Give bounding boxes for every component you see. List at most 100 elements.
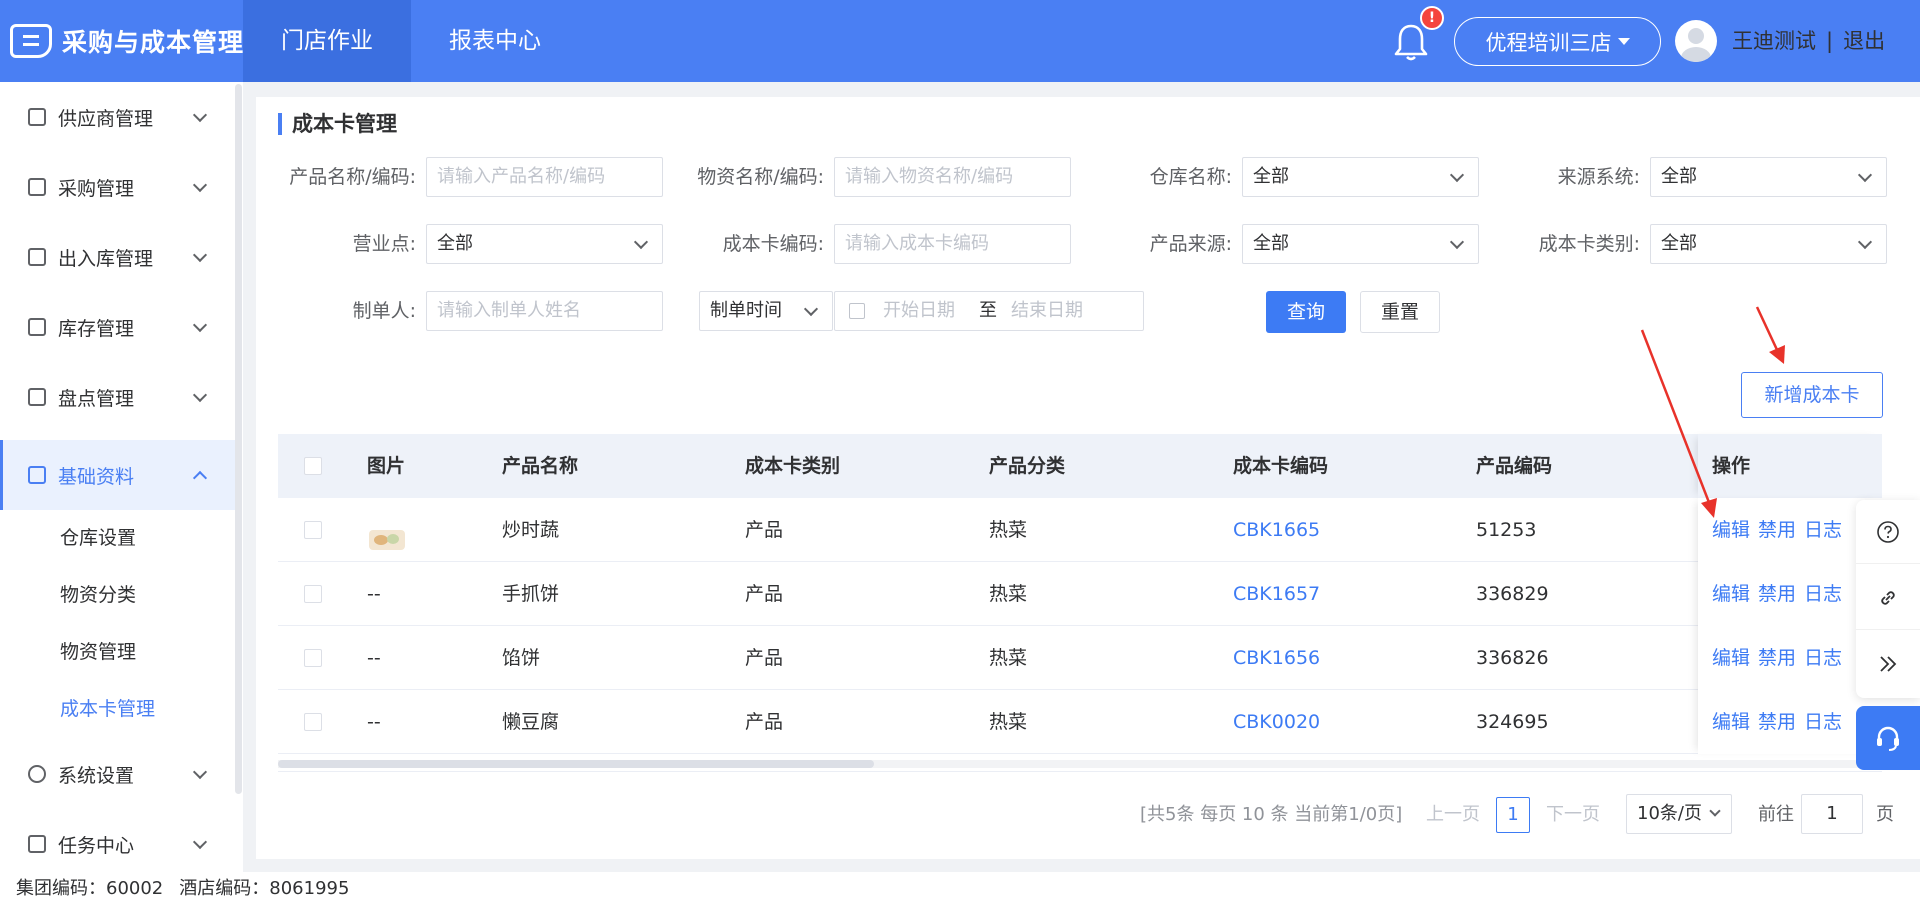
caret-down-icon xyxy=(1617,38,1630,45)
disable-link[interactable]: 禁用 xyxy=(1758,583,1796,605)
costcard-type-label: 成本卡类别: xyxy=(1538,233,1640,255)
query-button[interactable]: 查询 xyxy=(1266,291,1346,333)
goto-label: 前往 xyxy=(1758,804,1794,825)
col-product-name: 产品名称 xyxy=(502,455,579,477)
question-icon[interactable] xyxy=(1856,500,1920,564)
product-thumbnail[interactable] xyxy=(367,516,407,550)
sidebar-item-settings[interactable]: 系统设置 xyxy=(0,739,235,809)
log-link[interactable]: 日志 xyxy=(1804,711,1842,733)
costcard-type: 产品 xyxy=(745,711,784,733)
sidebar-subitem-material[interactable]: 物资管理 xyxy=(0,624,235,680)
notification-badge: ! xyxy=(1420,6,1444,30)
store-selector[interactable]: 优程培训三店 xyxy=(1454,17,1661,66)
chevron-down-icon xyxy=(1857,167,1873,183)
log-link[interactable]: 日志 xyxy=(1804,519,1842,541)
link-icon[interactable] xyxy=(1856,566,1920,630)
maker-label: 制单人: xyxy=(352,300,416,322)
product-category: 热菜 xyxy=(989,711,1028,733)
add-costcard-button[interactable]: 新增成本卡 xyxy=(1741,372,1883,418)
store-name: 优程培训三店 xyxy=(1485,30,1612,55)
edit-link[interactable]: 编辑 xyxy=(1712,583,1750,605)
logout-link[interactable]: 退出 xyxy=(1843,29,1885,53)
sidebar-item-suppliers[interactable]: 供应商管理 xyxy=(0,82,235,152)
row-checkbox[interactable] xyxy=(304,713,322,731)
sidebar-item-purchase[interactable]: 采购管理 xyxy=(0,152,235,222)
product-source-select[interactable]: 全部 xyxy=(1242,224,1479,264)
end-date-input[interactable]: 结束日期 xyxy=(1011,292,1083,330)
date-range-picker[interactable]: 开始日期 至 结束日期 xyxy=(834,291,1144,331)
chevron-down-icon xyxy=(192,107,208,123)
col-product-code: 产品编码 xyxy=(1476,455,1553,477)
chevron-down-icon xyxy=(1449,234,1465,250)
user-name[interactable]: 王迪测试 xyxy=(1732,29,1816,53)
chevron-down-icon xyxy=(1709,805,1721,817)
costcard-code-link[interactable]: CBK0020 xyxy=(1233,690,1320,754)
reset-button[interactable]: 重置 xyxy=(1360,291,1440,333)
page-size-select[interactable]: 10条/页 xyxy=(1626,794,1732,834)
log-link[interactable]: 日志 xyxy=(1804,583,1842,605)
row-checkbox[interactable] xyxy=(304,585,322,603)
product-code: 51253 xyxy=(1476,519,1537,541)
topnav-store-ops[interactable]: 门店作业 xyxy=(243,0,411,82)
product-name: 馅饼 xyxy=(502,647,541,669)
product-code: 336826 xyxy=(1476,647,1549,669)
costcard-code-link[interactable]: CBK1657 xyxy=(1233,562,1320,626)
time-type-select[interactable]: 制单时间 xyxy=(699,291,833,331)
page-number-current[interactable]: 1 xyxy=(1496,797,1530,833)
disable-link[interactable]: 禁用 xyxy=(1758,711,1796,733)
product-name: 懒豆腐 xyxy=(502,711,560,733)
door-icon xyxy=(28,248,46,266)
sidebar-item-inventory[interactable]: 库存管理 xyxy=(0,292,235,362)
warehouse-value: 全部 xyxy=(1253,166,1289,187)
outlet-select[interactable]: 全部 xyxy=(426,224,663,264)
sidebar-item-inout[interactable]: 出入库管理 xyxy=(0,222,235,292)
source-system-select[interactable]: 全部 xyxy=(1650,157,1887,197)
group-code: 集团编码：60002 xyxy=(16,878,164,899)
maker-input[interactable]: 请输入制单人姓名 xyxy=(426,291,663,331)
edit-link[interactable]: 编辑 xyxy=(1712,647,1750,669)
hotel-code: 酒店编码：8061995 xyxy=(179,878,350,899)
bell-icon[interactable] xyxy=(1393,22,1429,62)
product-input[interactable]: 请输入产品名称/编码 xyxy=(426,157,663,197)
sidebar-item-tasks[interactable]: 任务中心 xyxy=(0,809,235,879)
sidebar-item-label: 基础资料 xyxy=(58,465,135,488)
disable-link[interactable]: 禁用 xyxy=(1758,519,1796,541)
sidebar-subitem-material-category[interactable]: 物资分类 xyxy=(0,567,235,623)
start-date-input[interactable]: 开始日期 xyxy=(883,292,955,330)
next-page-button[interactable]: 下一页 xyxy=(1546,797,1600,833)
edit-link[interactable]: 编辑 xyxy=(1712,519,1750,541)
costcard-code-input[interactable]: 请输入成本卡编码 xyxy=(834,224,1071,264)
select-all-checkbox[interactable] xyxy=(304,457,322,475)
topnav-reports[interactable]: 报表中心 xyxy=(411,0,579,82)
bag-icon xyxy=(28,178,46,196)
headset-icon[interactable] xyxy=(1856,706,1920,770)
app-logo[interactable]: 采购与成本管理 xyxy=(10,0,244,82)
costcard-code-link[interactable]: CBK1665 xyxy=(1233,498,1320,562)
avatar[interactable] xyxy=(1675,20,1717,62)
product-source-label: 产品来源: xyxy=(1149,233,1232,255)
disable-link[interactable]: 禁用 xyxy=(1758,647,1796,669)
material-input[interactable]: 请输入物资名称/编码 xyxy=(834,157,1071,197)
sidebar-item-basic-data[interactable]: 基础资料 xyxy=(0,440,235,510)
costcard-type-select[interactable]: 全部 xyxy=(1650,224,1887,264)
sidebar: 供应商管理 采购管理 出入库管理 库存管理 盘点管理 基础资料 仓库设置 物资分… xyxy=(0,82,243,872)
row-checkbox[interactable] xyxy=(304,521,322,539)
sidebar-item-stocktake[interactable]: 盘点管理 xyxy=(0,362,235,432)
sidebar-item-label: 采购管理 xyxy=(58,177,135,200)
prev-page-button[interactable]: 上一页 xyxy=(1426,797,1480,833)
gear-icon xyxy=(28,765,46,783)
sidebar-subitem-warehouse[interactable]: 仓库设置 xyxy=(0,510,235,566)
sidebar-item-label: 任务中心 xyxy=(58,834,135,857)
sidebar-subitem-costcard[interactable]: 成本卡管理 xyxy=(0,681,235,737)
costcard-code-link[interactable]: CBK1656 xyxy=(1233,626,1320,690)
edit-link[interactable]: 编辑 xyxy=(1712,711,1750,733)
source-system-label: 来源系统: xyxy=(1557,166,1640,188)
goto-page-input[interactable]: 1 xyxy=(1801,794,1863,834)
scrollbar-thumb[interactable] xyxy=(278,760,874,768)
table-horizontal-scrollbar[interactable] xyxy=(278,760,1882,768)
double-chevron-right-icon[interactable] xyxy=(1856,632,1920,696)
warehouse-select[interactable]: 全部 xyxy=(1242,157,1479,197)
log-link[interactable]: 日志 xyxy=(1804,647,1842,669)
sidebar-scrollbar[interactable] xyxy=(235,84,242,794)
row-checkbox[interactable] xyxy=(304,649,322,667)
